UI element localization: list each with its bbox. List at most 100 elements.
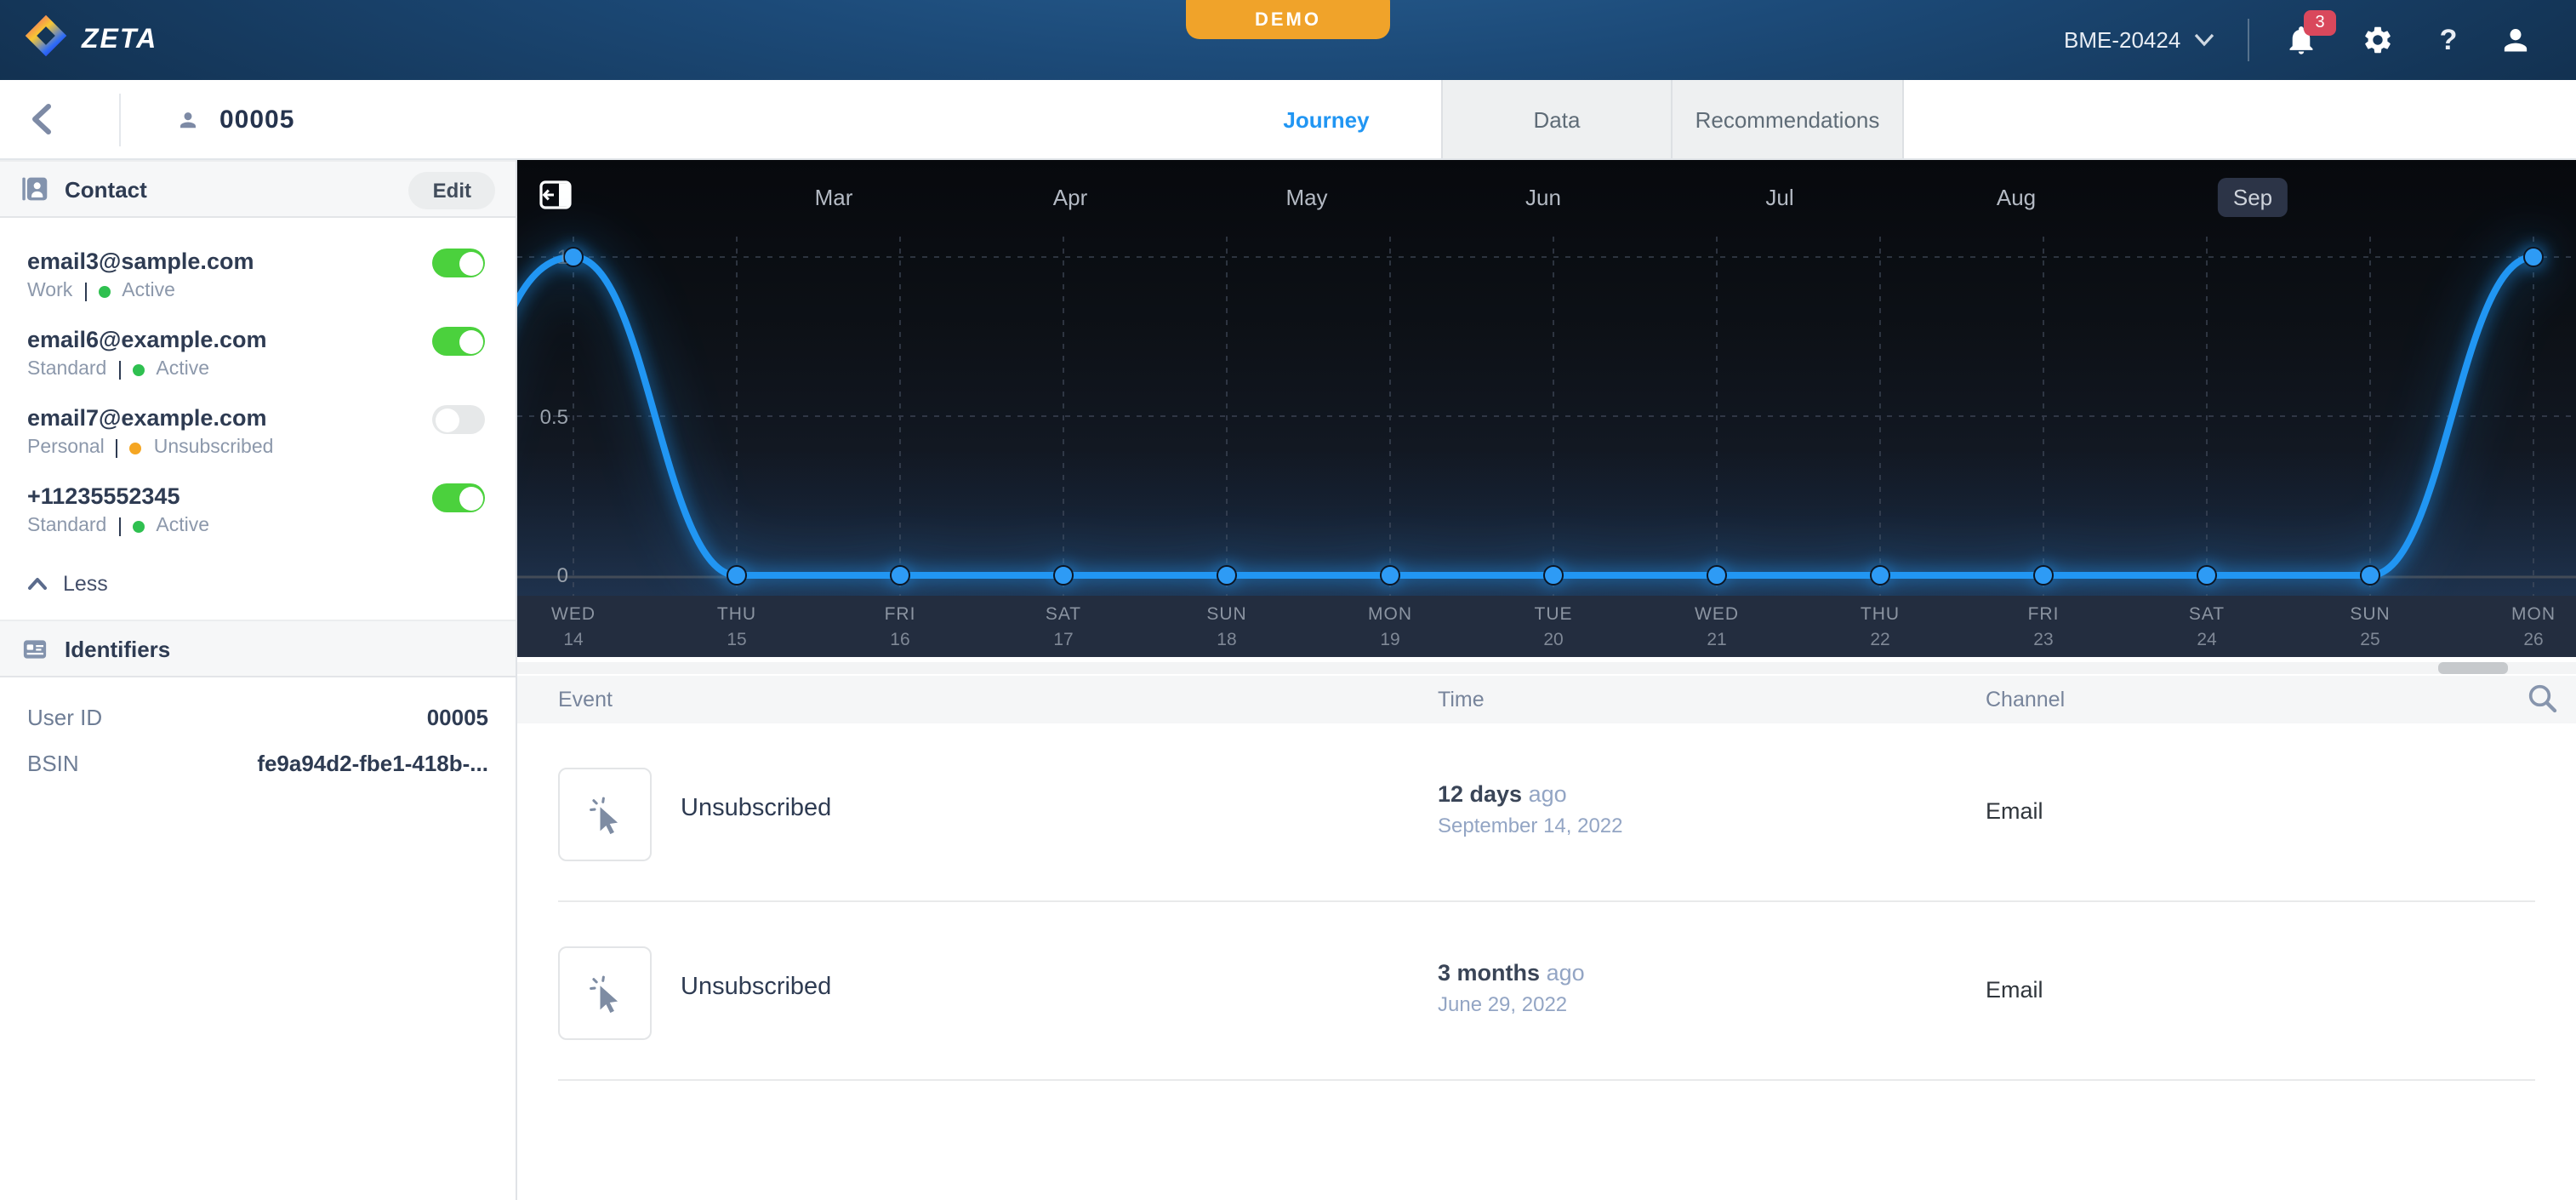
contact-status: Unsubscribed — [154, 437, 274, 458]
column-event: Event — [558, 688, 613, 711]
day-tick: TUE20 — [1535, 604, 1573, 650]
help-button[interactable]: ? — [2423, 0, 2474, 80]
record-title: 00005 — [116, 80, 294, 160]
event-channel: Email — [1986, 798, 2043, 824]
event-row[interactable]: Unsubscribed 3 months ago June 29, 2022 … — [558, 902, 2535, 1081]
contact-value: email3@sample.com — [27, 249, 488, 274]
top-navbar: ZETA DEMO BME-20424 3 ? — [0, 0, 2576, 80]
time-date: June 29, 2022 — [1438, 992, 1585, 1016]
gear-icon — [2361, 24, 2393, 56]
divider — [117, 438, 118, 457]
demo-badge: DEMO — [1186, 0, 1390, 39]
day-tick: SUN25 — [2350, 604, 2390, 650]
event-row[interactable]: Unsubscribed 12 days ago September 14, 2… — [558, 723, 2535, 902]
subscription-toggle[interactable] — [432, 327, 485, 356]
contact-entry: email7@example.com Personal Unsubscribed — [27, 405, 488, 460]
contact-entry: email3@sample.com Work Active — [27, 249, 488, 303]
time-suffix: ago — [1547, 960, 1585, 986]
contact-type: Work — [27, 281, 72, 301]
contact-status: Active — [156, 516, 209, 536]
identifier-value: 00005 — [427, 705, 488, 730]
tab-data[interactable]: Data — [1441, 80, 1671, 158]
identifier-value: fe9a94d2-fbe1-418b-... — [257, 751, 488, 776]
y-tick-label: 1 — [524, 245, 568, 269]
zeta-diamond-icon — [24, 14, 68, 66]
contact-entry: email6@example.com Standard Active — [27, 327, 488, 381]
contact-value: +11235552345 — [27, 483, 488, 509]
divider — [84, 282, 86, 300]
day-tick: SAT24 — [2189, 604, 2225, 650]
identifiers-section-title: Identifiers — [65, 636, 170, 661]
contact-list: email3@sample.com Work Active email6@exa… — [0, 218, 516, 538]
events-table: Event Time Channel Unsubscribed — [517, 676, 2576, 1081]
journey-timeline-chart[interactable]: MarAprMayJunJulAugSep 10.50 WED14THU15FR… — [517, 160, 2576, 657]
day-tick: WED21 — [1695, 604, 1739, 650]
status-dot — [98, 285, 110, 297]
app-window: ZETA DEMO BME-20424 3 ? — [0, 0, 2576, 1200]
event-name: Unsubscribed — [681, 974, 831, 1001]
identifiers-section-header: Identifiers — [0, 620, 516, 677]
event-time: 3 months ago June 29, 2022 — [1438, 960, 1585, 1016]
contact-type: Standard — [27, 516, 106, 536]
event-icon-box — [558, 768, 652, 861]
identifier-row: User ID 00005 — [27, 705, 488, 730]
contact-sidebar: Contact Edit email3@sample.com Work Acti… — [0, 160, 517, 1200]
account-label: BME-20424 — [2064, 27, 2180, 53]
notification-count-badge: 3 — [2304, 10, 2336, 36]
identifiers-list: User ID 00005 BSIN fe9a94d2-fbe1-418b-..… — [0, 677, 516, 776]
account-switcher[interactable]: BME-20424 — [2064, 0, 2214, 80]
notifications-button[interactable]: 3 — [2275, 0, 2326, 80]
contact-type: Personal — [27, 437, 105, 458]
contact-value: email7@example.com — [27, 405, 488, 431]
status-dot — [132, 363, 144, 375]
day-tick: WED14 — [551, 604, 596, 650]
user-icon — [177, 109, 199, 131]
identifier-label: BSIN — [27, 751, 79, 776]
profile-button[interactable] — [2489, 0, 2540, 80]
divider — [118, 360, 120, 379]
y-tick-label: 0 — [524, 563, 568, 587]
contact-type: Standard — [27, 359, 106, 380]
id-card-icon — [20, 636, 49, 661]
column-time: Time — [1438, 688, 1485, 711]
day-tick: THU22 — [1861, 604, 1900, 650]
tab-bar: Journey Data Recommendations — [1211, 80, 1904, 158]
tab-recommendations[interactable]: Recommendations — [1671, 80, 1904, 158]
record-header-bar: 00005 Journey Data Recommendations — [0, 80, 2576, 160]
time-date: September 14, 2022 — [1438, 814, 1623, 837]
zeta-logo[interactable]: ZETA — [24, 14, 157, 66]
search-icon — [2525, 681, 2559, 715]
edit-button[interactable]: Edit — [409, 172, 495, 209]
day-tick: MON26 — [2511, 604, 2556, 650]
time-relative: 12 days — [1438, 781, 1522, 807]
person-icon — [2499, 24, 2531, 56]
divider — [118, 517, 120, 535]
day-tick: SAT17 — [1046, 604, 1081, 650]
status-dot — [130, 442, 142, 454]
chart-scrollbar-thumb[interactable] — [2438, 662, 2508, 674]
day-tick: THU15 — [717, 604, 756, 650]
collapse-toggle[interactable]: Less — [0, 562, 516, 620]
contact-value: email6@example.com — [27, 327, 488, 352]
brand-name: ZETA — [82, 25, 157, 55]
event-name: Unsubscribed — [681, 795, 831, 822]
y-tick-label: 0.5 — [524, 404, 568, 428]
subscription-toggle[interactable] — [432, 249, 485, 277]
subscription-toggle[interactable] — [432, 405, 485, 434]
subscription-toggle[interactable] — [432, 483, 485, 512]
tab-journey[interactable]: Journey — [1211, 80, 1441, 158]
back-chevron-icon — [30, 104, 52, 134]
back-button[interactable] — [22, 100, 60, 138]
day-tick: SUN18 — [1206, 604, 1246, 650]
chart-scrollbar-track[interactable] — [517, 662, 2576, 674]
event-icon-box — [558, 946, 652, 1040]
search-button[interactable] — [2525, 681, 2562, 718]
day-tick: MON19 — [1368, 604, 1412, 650]
identifier-row: BSIN fe9a94d2-fbe1-418b-... — [27, 751, 488, 776]
event-time: 12 days ago September 14, 2022 — [1438, 781, 1623, 837]
settings-button[interactable] — [2351, 0, 2402, 80]
cursor-click-icon — [583, 971, 627, 1015]
journey-chart-svg — [517, 160, 2576, 657]
event-channel: Email — [1986, 977, 2043, 1003]
day-tick: FRI16 — [885, 604, 916, 650]
